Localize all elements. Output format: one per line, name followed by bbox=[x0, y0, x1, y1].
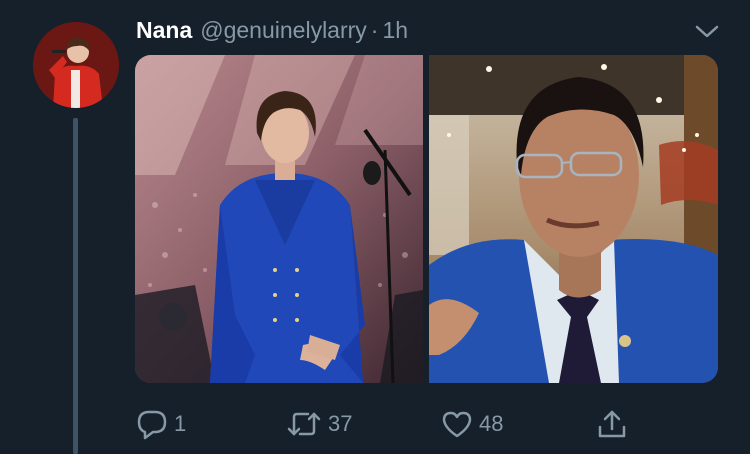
tweet-header: Nana @genuinelylarry · 1h bbox=[136, 12, 408, 48]
timestamp[interactable]: 1h bbox=[382, 17, 408, 44]
retweet-arrows-icon bbox=[286, 408, 322, 440]
author-name[interactable]: Nana bbox=[136, 17, 192, 44]
tweet-actions: 1 37 48 bbox=[0, 400, 750, 450]
reply-button[interactable]: 1 bbox=[136, 408, 186, 440]
reply-count: 1 bbox=[174, 411, 187, 436]
separator: · bbox=[370, 16, 379, 43]
chevron-down-icon[interactable] bbox=[692, 18, 722, 44]
photo-right[interactable] bbox=[429, 55, 718, 383]
speech-bubble-icon bbox=[136, 408, 168, 440]
like-button[interactable]: 48 bbox=[441, 408, 503, 440]
share-button[interactable] bbox=[596, 408, 628, 440]
photo-left[interactable] bbox=[135, 55, 423, 383]
share-upload-icon bbox=[596, 408, 628, 440]
author-handle[interactable]: @genuinelylarry bbox=[200, 17, 367, 44]
avatar[interactable] bbox=[33, 22, 119, 108]
heart-icon bbox=[441, 408, 473, 440]
retweet-count: 37 bbox=[328, 411, 353, 436]
like-count: 48 bbox=[479, 411, 504, 436]
tweet-media bbox=[135, 55, 718, 383]
retweet-button[interactable]: 37 bbox=[286, 408, 352, 440]
